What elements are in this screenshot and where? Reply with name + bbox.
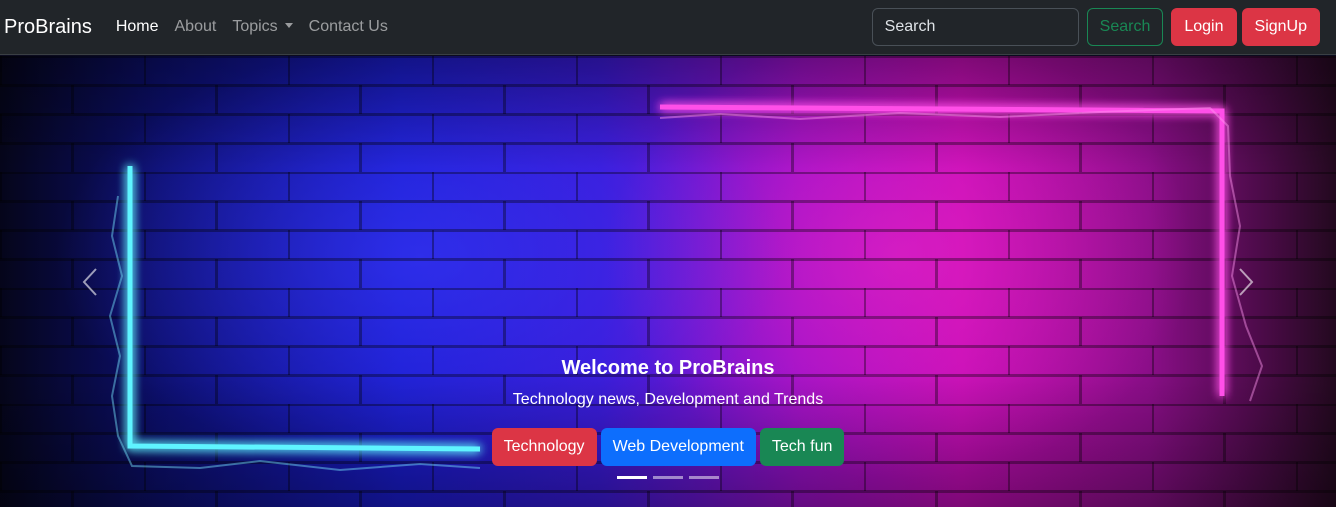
- hero-carousel: Welcome to ProBrains Technology news, De…: [0, 56, 1336, 507]
- nav-link-contact[interactable]: Contact Us: [309, 18, 388, 36]
- technology-button[interactable]: Technology: [491, 428, 597, 466]
- search-form: Search Login SignUp: [871, 8, 1320, 46]
- carousel-indicator[interactable]: [689, 476, 719, 479]
- caption-buttons: Technology Web Development Tech fun: [0, 428, 1336, 466]
- search-button[interactable]: Search: [1086, 8, 1164, 46]
- nav-link-about[interactable]: About: [175, 18, 217, 36]
- tech-fun-button[interactable]: Tech fun: [759, 428, 845, 466]
- nav-links: Home About Topics Contact Us: [116, 18, 404, 36]
- carousel-indicator[interactable]: [617, 476, 647, 479]
- caret-down-icon: [284, 23, 293, 28]
- nav-link-topics-label: Topics: [232, 18, 278, 35]
- nav-link-home[interactable]: Home: [116, 18, 159, 36]
- carousel-indicator[interactable]: [653, 476, 683, 479]
- carousel-indicators: [0, 476, 1336, 479]
- web-development-button[interactable]: Web Development: [600, 428, 756, 466]
- chevron-left-icon: [82, 267, 97, 296]
- login-button[interactable]: Login: [1171, 8, 1237, 46]
- chevron-right-icon: [1239, 267, 1254, 296]
- caption-subtitle: Technology news, Development and Trends: [512, 391, 824, 408]
- navbar: ProBrains Home About Topics Contact Us S…: [0, 0, 1336, 55]
- nav-link-topics[interactable]: Topics: [232, 18, 293, 36]
- caption-title: Welcome to ProBrains: [561, 357, 775, 379]
- carousel-caption: Welcome to ProBrains Technology news, De…: [0, 352, 1336, 466]
- search-input[interactable]: [871, 8, 1079, 46]
- signup-button[interactable]: SignUp: [1241, 8, 1320, 46]
- brand-logo[interactable]: ProBrains: [4, 16, 92, 39]
